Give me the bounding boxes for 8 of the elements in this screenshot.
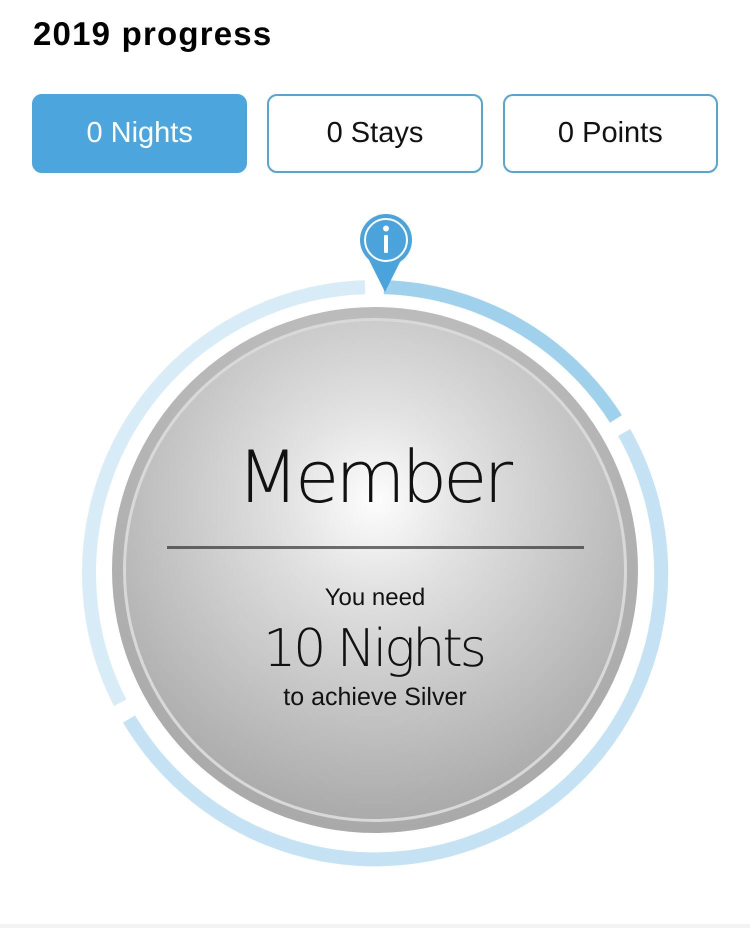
need-label: You need xyxy=(324,583,426,613)
info-pin-icon[interactable] xyxy=(360,214,412,292)
section-title: 2019 progress xyxy=(33,14,274,54)
tab[interactable]: 0 Points xyxy=(502,94,718,173)
goal-label: to achieve Silver xyxy=(283,682,467,713)
tier-name: Member xyxy=(236,437,512,517)
need-value: 10 Nights xyxy=(263,619,485,679)
tab[interactable]: 0 Stays xyxy=(267,94,483,173)
